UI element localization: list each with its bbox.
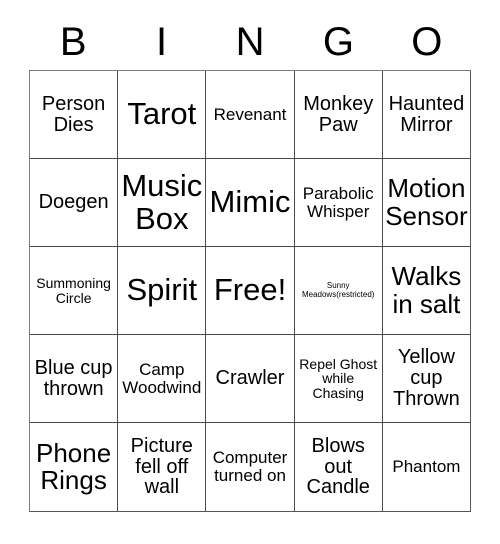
bingo-cell-label: Doegen [38, 191, 109, 214]
bingo-cell-label: Summoning Circle [36, 274, 111, 306]
bingo-cell[interactable]: Crawler [206, 335, 295, 423]
bingo-cell[interactable]: Phone Rings [30, 423, 119, 511]
bingo-cell-label: Parabolic Whisper [302, 183, 374, 221]
bingo-cell-label: Blue cup thrown [34, 356, 113, 400]
bingo-cell-label: Blows out Candle [306, 434, 370, 499]
bingo-cell[interactable]: Mimic [206, 159, 295, 247]
bingo-row: Blue cup thrown Camp Woodwind Crawler Re… [30, 335, 471, 423]
bingo-cell-label: Music Box [121, 168, 203, 236]
bingo-cell-free[interactable]: Free! [206, 247, 295, 335]
bingo-cell-label: Walks in salt [391, 261, 462, 319]
bingo-cell-label: Revenant [213, 104, 287, 124]
bingo-grid: Person Dies Tarot Revenant Monkey Paw Ha… [29, 70, 471, 512]
bingo-cell[interactable]: Blows out Candle [294, 423, 383, 511]
bingo-cell-label: Person Dies [41, 92, 106, 136]
header-letter-b: B [59, 20, 87, 64]
bingo-cell[interactable]: Spirit [118, 247, 207, 335]
bingo-cell-label: Phantom [392, 457, 461, 477]
bingo-cell-label: Picture fell off wall [130, 434, 193, 499]
bingo-cell[interactable]: Camp Woodwind [118, 335, 207, 423]
bingo-cell[interactable]: Walks in salt [382, 247, 471, 335]
header-letter-g: G [322, 20, 354, 64]
bingo-card: B I N G O Person Dies Tarot Revenant Mon… [29, 14, 471, 514]
bingo-cell[interactable]: Tarot [118, 71, 207, 159]
bingo-cell-label: Haunted Mirror [388, 92, 465, 136]
bingo-cell-label: Tarot [127, 96, 197, 132]
bingo-row: Phone Rings Picture fell off wall Comput… [30, 423, 471, 511]
bingo-cell[interactable]: Computer turned on [206, 423, 295, 511]
bingo-cell-label: Free! [213, 272, 287, 308]
bingo-cell[interactable]: Doegen [30, 159, 119, 247]
bingo-cell[interactable]: Parabolic Whisper [294, 159, 383, 247]
bingo-cell[interactable]: Music Box [118, 159, 207, 247]
bingo-cell[interactable]: Yellow cup Thrown [382, 335, 471, 423]
bingo-row: Summoning Circle Spirit Free! Sunny Mead… [30, 247, 471, 335]
bingo-cell[interactable]: Summoning Circle [30, 247, 119, 335]
bingo-cell[interactable]: Sunny Meadows(restricted) [294, 247, 383, 335]
bingo-cell[interactable]: Monkey Paw [294, 71, 383, 159]
bingo-header: B I N G O [29, 14, 471, 70]
bingo-cell-label: Mimic [209, 184, 291, 220]
bingo-cell-label: Spirit [126, 272, 198, 308]
bingo-cell[interactable]: Repel Ghost while Chasing [294, 335, 383, 423]
bingo-cell[interactable]: Haunted Mirror [382, 71, 471, 159]
bingo-cell-label: Crawler [215, 367, 285, 390]
bingo-cell[interactable]: Picture fell off wall [118, 423, 207, 511]
header-letter-n: N [235, 20, 265, 64]
bingo-cell[interactable]: Person Dies [30, 71, 119, 159]
bingo-cell-label: Monkey Paw [303, 92, 374, 136]
bingo-cell-label: Computer turned on [212, 448, 288, 485]
bingo-cell-label: Repel Ghost while Chasing [299, 355, 378, 401]
header-letter-i: I [156, 20, 168, 64]
bingo-cell-label: Phone Rings [36, 437, 112, 495]
bingo-cell[interactable]: Blue cup thrown [30, 335, 119, 423]
header-letter-o: O [411, 20, 443, 64]
bingo-cell[interactable]: Motion Sensor [382, 159, 471, 247]
bingo-cell-label: Motion Sensor [385, 173, 468, 231]
bingo-cell-label: Yellow cup Thrown [393, 346, 460, 410]
bingo-cell-label: Sunny Meadows(restricted) [301, 281, 375, 299]
bingo-cell[interactable]: Revenant [206, 71, 295, 159]
bingo-cell[interactable]: Phantom [382, 423, 471, 511]
bingo-row: Person Dies Tarot Revenant Monkey Paw Ha… [30, 71, 471, 159]
bingo-row: Doegen Music Box Mimic Parabolic Whisper… [30, 159, 471, 247]
bingo-cell-label: Camp Woodwind [122, 359, 202, 397]
